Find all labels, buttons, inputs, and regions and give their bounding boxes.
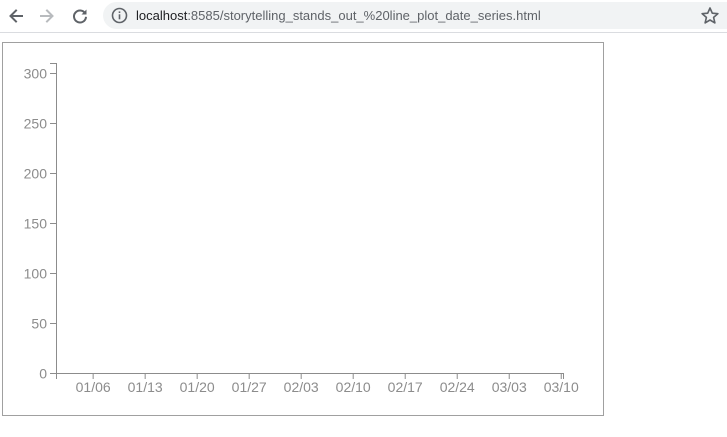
line-chart: 0 50 100 150 200 250 300 01/06 01/13 01/20 01/27 02… [24,63,579,395]
arrow-left-icon [9,9,23,23]
reload-icon [73,9,87,24]
y-tick-label: 0 [39,366,47,382]
chart-container: 0 50 100 150 200 250 300 01/06 01/13 01/20 01/27 02… [2,42,604,416]
forward-button[interactable] [35,4,59,28]
star-icon[interactable] [700,6,720,26]
y-tick-label: 250 [24,116,48,132]
x-tick-label: 03/10 [544,379,579,395]
y-tick-label: 150 [24,216,48,232]
url-text[interactable]: localhost:8585/storytelling_stands_out_%… [136,7,541,24]
x-tick-label: 01/06 [76,379,111,395]
x-tick-label: 01/20 [180,379,215,395]
x-tick-label: 02/17 [388,379,423,395]
y-tick-label: 300 [24,66,48,82]
back-button[interactable] [4,4,28,28]
url-host: localhost [136,8,188,23]
y-axis-line [50,63,57,374]
arrow-right-icon [40,9,54,23]
y-tick-label: 200 [24,166,48,182]
y-tick-label: 100 [24,266,48,282]
address-bar[interactable]: localhost:8585/storytelling_stands_out_%… [103,2,727,29]
x-tick-label: 02/03 [284,379,319,395]
y-tick-label: 50 [31,316,47,332]
url-path: :8585/storytelling_stands_out_%20line_pl… [187,8,541,23]
reload-button[interactable] [68,4,92,28]
x-tick-label: 01/27 [232,379,267,395]
x-tick-label: 01/13 [128,379,163,395]
x-tick-label: 02/24 [440,379,475,395]
info-icon[interactable] [111,7,128,24]
x-tick-label: 02/10 [336,379,371,395]
x-tick-label: 03/03 [492,379,527,395]
browser-toolbar: localhost:8585/storytelling_stands_out_%… [0,0,727,33]
